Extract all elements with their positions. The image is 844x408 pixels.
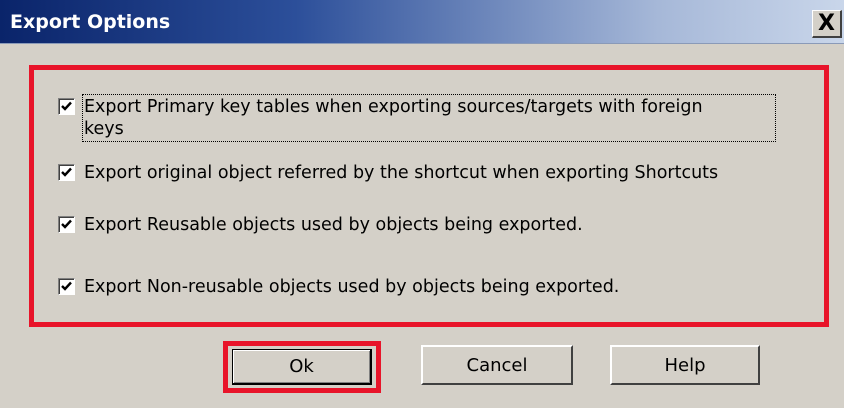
close-button[interactable]: X (812, 10, 842, 38)
dialog-body: Export Primary key tables when exporting… (0, 44, 844, 408)
option-label-line1: Export Primary key tables when exporting… (84, 97, 703, 117)
options-group: Export Primary key tables when exporting… (29, 65, 829, 327)
checkmark-icon (61, 167, 72, 177)
close-icon: X (818, 10, 835, 36)
button-row: Ok Cancel Help (0, 341, 844, 395)
checkbox-reusable-objects[interactable] (58, 216, 75, 233)
option-label-shortcut-objects: Export original object referred by the s… (84, 163, 719, 183)
checkmark-icon (61, 281, 72, 291)
option-label-reusable-objects: Export Reusable objects used by objects … (84, 215, 583, 235)
option-label-non-reusable-objects: Export Non-reusable objects used by obje… (84, 277, 620, 297)
checkmark-icon (61, 219, 72, 229)
option-primary-key-tables[interactable]: Export Primary key tables when exporting… (58, 94, 776, 142)
checkbox-shortcut-objects[interactable] (58, 164, 75, 181)
ok-button[interactable]: Ok (232, 349, 372, 385)
option-reusable-objects[interactable]: Export Reusable objects used by objects … (58, 214, 583, 236)
option-shortcut-objects[interactable]: Export original object referred by the s… (58, 162, 718, 184)
checkmark-icon (61, 101, 72, 111)
checkbox-primary-key-tables[interactable] (58, 98, 75, 115)
option-label-line2: keys (84, 119, 124, 139)
option-label-primary-key-tables: Export Primary key tables when exporting… (82, 94, 776, 142)
help-button[interactable]: Help (610, 345, 760, 385)
title-bar: Export Options X (0, 0, 844, 44)
cancel-button[interactable]: Cancel (421, 345, 573, 385)
window-title: Export Options (10, 11, 171, 33)
option-non-reusable-objects[interactable]: Export Non-reusable objects used by obje… (58, 276, 619, 298)
checkbox-non-reusable-objects[interactable] (58, 278, 75, 295)
ok-button-highlight: Ok (223, 341, 381, 393)
